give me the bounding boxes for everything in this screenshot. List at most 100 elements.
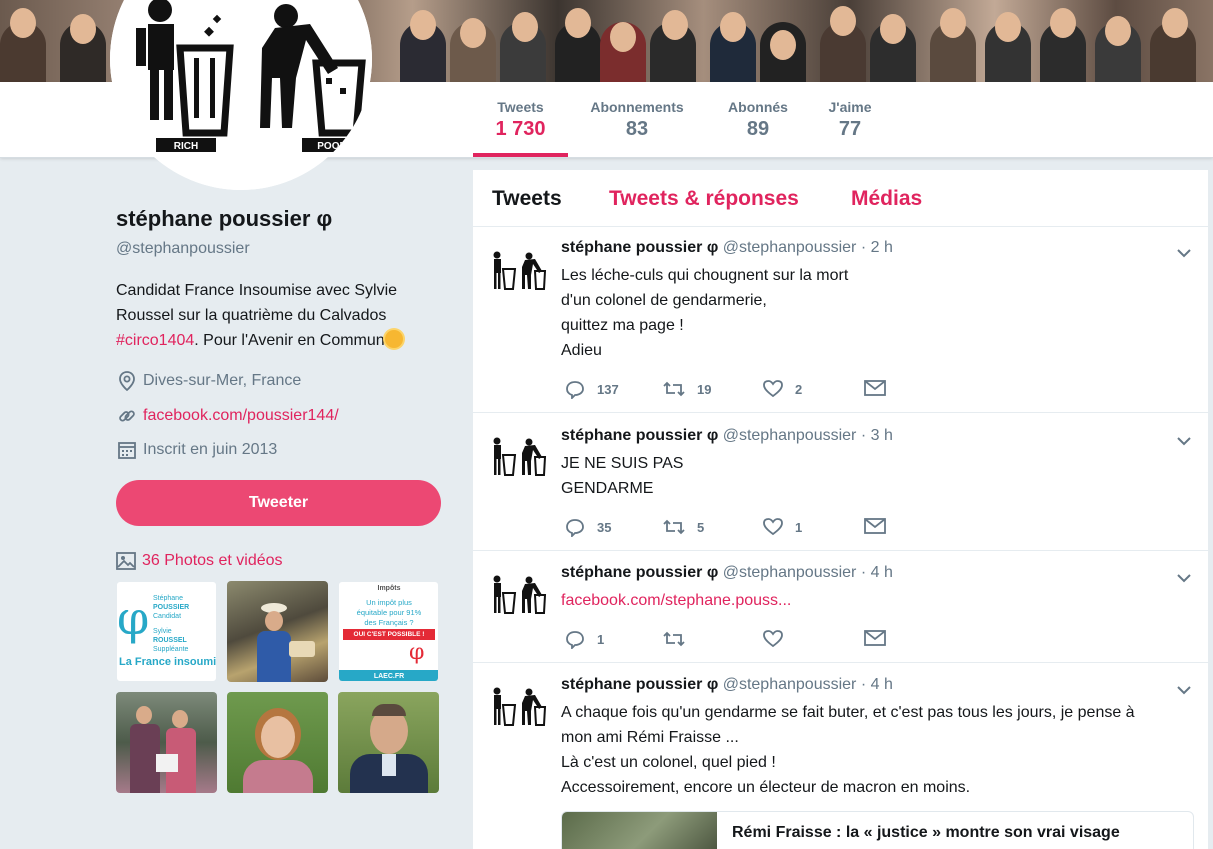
tweet-text: facebook.com/stephane.pouss... [561, 588, 1201, 613]
tab-tweets-replies[interactable]: Tweets & réponses [609, 187, 799, 211]
like-button[interactable]: 2 [763, 379, 802, 399]
media-thumbnail[interactable] [227, 581, 328, 682]
thumb-text: équitable pour 91% [356, 608, 422, 617]
tweet-author-name[interactable]: stéphane poussier φ [561, 564, 718, 581]
avatar-label-rich: RICH [174, 141, 198, 152]
stat-tweets[interactable]: Tweets 1 730 [473, 82, 568, 157]
reply-count: 35 [597, 519, 612, 535]
thumb-text: Suppléante [153, 646, 189, 653]
media-thumbnail[interactable]: Impôts Un impôt plus équitable pour 91% … [338, 581, 439, 682]
profile-location: Dives-sur-Mer, France [116, 371, 301, 391]
tweet[interactable]: stéphane poussier φ @stephanpoussier · 2… [473, 227, 1208, 413]
tweet-button[interactable]: Tweeter [116, 480, 441, 526]
bio-text: Candidat France Insoumise avec Sylvie Ro… [116, 282, 398, 324]
direct-message-button[interactable] [864, 517, 898, 535]
stat-following[interactable]: Abonnements 83 [580, 82, 694, 157]
retweet-icon [663, 631, 685, 647]
phi-symbol: φ [117, 591, 150, 645]
tweet-avatar[interactable] [487, 571, 547, 619]
tweet-avatar[interactable] [487, 247, 547, 295]
tweet-line: mon ami Rémi Fraisse ... [561, 729, 739, 746]
heart-icon [763, 380, 783, 398]
reply-icon [566, 381, 584, 399]
tweet-author-name[interactable]: stéphane poussier φ [561, 427, 718, 444]
reply-button[interactable]: 35 [565, 517, 611, 537]
like-count: 2 [795, 381, 803, 397]
photos-label: 36 Photos et vidéos [142, 552, 283, 569]
thumb-text: Stéphane [153, 595, 183, 602]
website-link[interactable]: facebook.com/poussier144/ [143, 407, 339, 425]
like-button[interactable]: 1 [763, 517, 802, 537]
chevron-down-icon[interactable] [1176, 682, 1192, 698]
media-thumbnail[interactable] [116, 692, 217, 793]
stat-likes[interactable]: J'aime 77 [818, 82, 882, 157]
timeline: Tweets Tweets & réponses Médias stéphane… [473, 170, 1208, 849]
timeline-tabs: Tweets Tweets & réponses Médias [473, 170, 1208, 227]
tab-tweets[interactable]: Tweets [492, 187, 562, 211]
link-preview-card[interactable]: Rémi Fraisse : la « justice » montre son… [561, 811, 1194, 849]
tweet-link[interactable]: facebook.com/stephane.pouss... [561, 592, 791, 609]
profile-avatar[interactable]: RICH POOR [110, 0, 372, 190]
calendar-icon [116, 441, 138, 459]
tweet-avatar[interactable] [487, 433, 547, 481]
tweet[interactable]: stéphane poussier φ @stephanpoussier · 4… [473, 663, 1208, 849]
tweet-meta: @stephanpoussier · 2 h [722, 239, 893, 256]
like-count: 1 [795, 519, 803, 535]
thumb-text: OUI C'EST POSSIBLE ! [343, 629, 435, 640]
retweet-button[interactable] [663, 629, 697, 649]
tweet-meta: @stephanpoussier · 4 h [722, 676, 893, 693]
photos-videos-link[interactable]: 36 Photos et vidéos [116, 552, 283, 570]
media-thumbnail[interactable] [227, 692, 328, 793]
thumb-text: Sylvie [153, 628, 172, 635]
joined-text: Inscrit en juin 2013 [143, 441, 278, 458]
thumb-text: des Français ? [364, 618, 414, 627]
reply-button[interactable]: 1 [565, 629, 604, 649]
tweet-line: d'un colonel de gendarmerie, [561, 292, 767, 309]
thumb-text: Candidat [153, 613, 182, 620]
retweet-icon [663, 519, 685, 535]
media-thumbnail[interactable] [338, 692, 439, 793]
heart-icon [763, 630, 783, 648]
tweet-author-name[interactable]: stéphane poussier φ [561, 676, 718, 693]
stat-label: Abonnés [728, 99, 788, 115]
retweet-button[interactable]: 19 [663, 379, 711, 399]
retweet-count: 5 [697, 519, 705, 535]
chevron-down-icon[interactable] [1176, 245, 1192, 261]
retweet-button[interactable]: 5 [663, 517, 704, 537]
chevron-down-icon[interactable] [1176, 570, 1192, 586]
reply-button[interactable]: 137 [565, 379, 619, 399]
thumb-text: POUSSIER [153, 604, 190, 611]
stat-label: J'aime [828, 99, 872, 115]
direct-message-button[interactable] [864, 629, 898, 647]
direct-message-button[interactable] [864, 379, 898, 397]
sun-emoji-icon [384, 330, 403, 348]
card-title: Rémi Fraisse : la « justice » montre son… [732, 824, 1120, 841]
chevron-down-icon[interactable] [1176, 433, 1192, 449]
tweet-actions: 137 19 2 [561, 379, 901, 401]
bio-hashtag[interactable]: #circo1404 [116, 332, 194, 349]
tweet[interactable]: stéphane poussier φ @stephanpoussier · 3… [473, 413, 1208, 551]
envelope-icon [864, 630, 886, 646]
stat-value: 1 730 [495, 118, 546, 140]
media-thumbnail[interactable]: φ Stéphane POUSSIER Candidat Sylvie ROUS… [116, 581, 217, 682]
stat-followers[interactable]: Abonnés 89 [718, 82, 798, 157]
tweet-text: JE NE SUIS PAS GENDARME [561, 451, 1201, 501]
location-pin-icon [116, 371, 138, 391]
stat-label: Tweets [497, 99, 544, 115]
link-icon [116, 406, 138, 426]
thumb-text: Impôts [377, 585, 401, 592]
tweet-author-name[interactable]: stéphane poussier φ [561, 239, 718, 256]
tab-media[interactable]: Médias [851, 187, 922, 211]
reply-icon [566, 631, 584, 649]
tweet-line: Accessoirement, encore un électeur de ma… [561, 779, 971, 796]
like-button[interactable] [763, 629, 795, 649]
stat-value: 77 [838, 118, 862, 140]
retweet-icon [663, 381, 685, 397]
tweet-line: JE NE SUIS PAS [561, 455, 684, 472]
tweet-meta: @stephanpoussier · 3 h [722, 427, 893, 444]
tweet[interactable]: stéphane poussier φ @stephanpoussier · 4… [473, 551, 1208, 663]
envelope-icon [864, 518, 886, 534]
profile-name: stéphane poussier φ [116, 206, 333, 231]
tweet-avatar[interactable] [487, 683, 547, 731]
tweet-line: Adieu [561, 342, 602, 359]
